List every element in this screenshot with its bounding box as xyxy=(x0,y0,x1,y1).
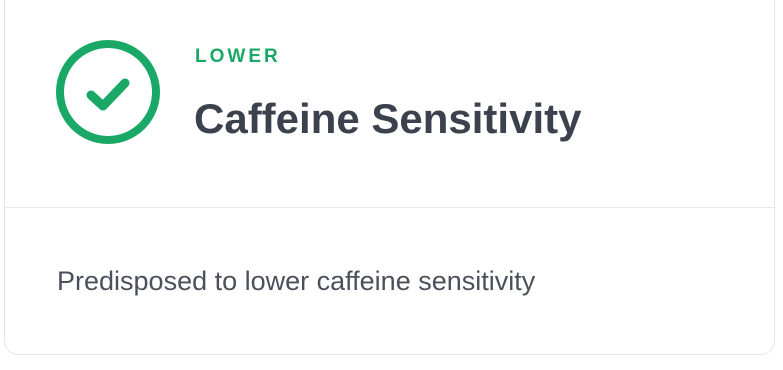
check-circle-icon xyxy=(55,39,161,145)
trait-title: Caffeine Sensitivity xyxy=(194,95,582,142)
trait-result-card: LOWER Caffeine Sensitivity Predisposed t… xyxy=(4,0,775,355)
card-header: LOWER Caffeine Sensitivity xyxy=(5,0,774,208)
result-description: Predisposed to lower caffeine sensitivit… xyxy=(57,266,536,296)
result-level-label: LOWER xyxy=(195,46,281,67)
